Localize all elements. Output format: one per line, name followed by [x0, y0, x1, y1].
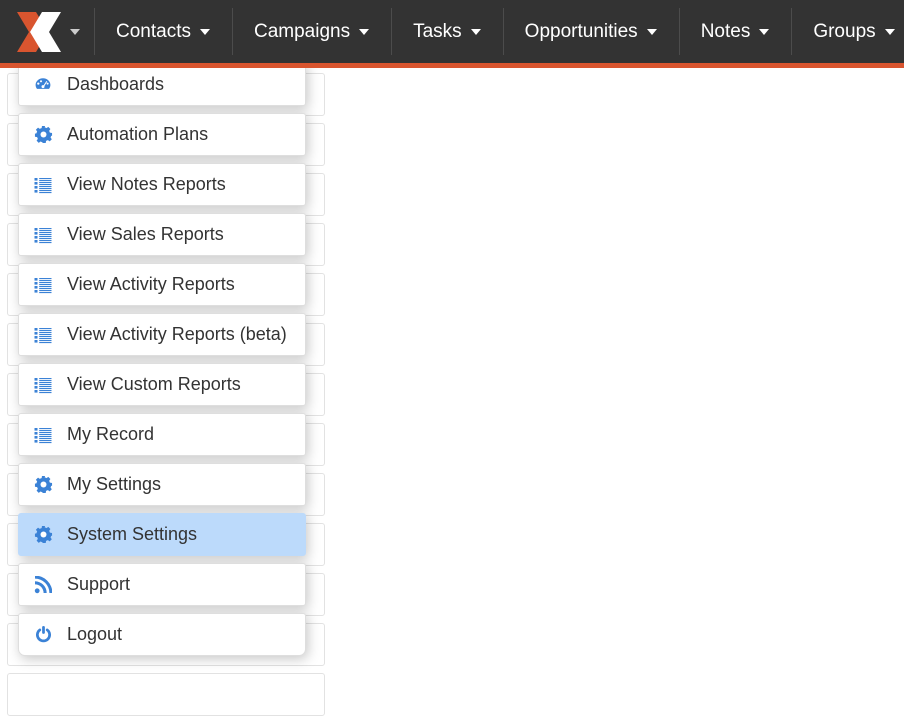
menu-item-label: View Activity Reports (beta): [67, 325, 287, 343]
nav-item-label: Contacts: [116, 21, 191, 43]
nav-item-tasks[interactable]: Tasks: [391, 0, 503, 63]
list-icon: [33, 275, 53, 295]
menu-item-view-activity-reports[interactable]: View Activity Reports: [18, 263, 306, 306]
menu-item-dashboards[interactable]: Dashboards: [18, 63, 306, 106]
list-icon: [33, 425, 53, 445]
chevron-down-icon: [70, 29, 80, 35]
list-icon: [33, 225, 53, 245]
menu-item-label: Support: [67, 575, 130, 593]
list-icon: [33, 375, 53, 395]
chevron-down-icon: [647, 29, 657, 35]
menu-item-view-custom-reports[interactable]: View Custom Reports: [18, 363, 306, 406]
menu-item-logout[interactable]: Logout: [18, 613, 306, 656]
nav-item-label: Groups: [813, 21, 875, 43]
menu-item-label: View Sales Reports: [67, 225, 224, 243]
chevron-down-icon: [200, 29, 210, 35]
menu-item-label: System Settings: [67, 525, 197, 543]
menu-item-my-settings[interactable]: My Settings: [18, 463, 306, 506]
chevron-down-icon: [759, 29, 769, 35]
top-navbar: Contacts Campaigns Tasks Opportunities N…: [0, 0, 904, 63]
nav-item-campaigns[interactable]: Campaigns: [232, 0, 391, 63]
gear-icon: [33, 125, 53, 145]
menu-item-system-settings[interactable]: System Settings: [18, 513, 306, 556]
menu-item-label: Dashboards: [67, 75, 164, 93]
list-icon: [33, 175, 53, 195]
menu-item-view-sales-reports[interactable]: View Sales Reports: [18, 213, 306, 256]
rss-icon: [33, 575, 53, 595]
brand-menu-button[interactable]: [0, 0, 94, 63]
navbar-accent-bar: [0, 63, 904, 68]
brand-dropdown-menu: Dashboards Automation Plans View Notes Rep…: [18, 63, 306, 656]
nav-item-contacts[interactable]: Contacts: [94, 0, 232, 63]
menu-item-view-notes-reports[interactable]: View Notes Reports: [18, 163, 306, 206]
list-icon: [33, 325, 53, 345]
nav-item-label: Tasks: [413, 21, 462, 43]
nav-item-label: Opportunities: [525, 21, 638, 43]
menu-item-label: My Settings: [67, 475, 161, 493]
chevron-down-icon: [885, 29, 895, 35]
menu-item-support[interactable]: Support: [18, 563, 306, 606]
x-logo-icon: [14, 8, 64, 56]
power-icon: [33, 625, 53, 645]
gear-icon: [33, 525, 53, 545]
gear-icon: [33, 475, 53, 495]
nav-item-opportunities[interactable]: Opportunities: [503, 0, 679, 63]
dashboard-tachometer-icon: [33, 75, 53, 95]
chevron-down-icon: [359, 29, 369, 35]
menu-item-label: View Notes Reports: [67, 175, 226, 193]
menu-item-label: View Activity Reports: [67, 275, 235, 293]
menu-item-label: My Record: [67, 425, 154, 443]
menu-item-label: Logout: [67, 625, 122, 643]
background-list-row: [7, 673, 325, 716]
nav-item-notes[interactable]: Notes: [679, 0, 792, 63]
chevron-down-icon: [471, 29, 481, 35]
nav-item-label: Campaigns: [254, 21, 350, 43]
menu-item-my-record[interactable]: My Record: [18, 413, 306, 456]
menu-item-label: Automation Plans: [67, 125, 208, 143]
menu-item-label: View Custom Reports: [67, 375, 241, 393]
nav-item-groups[interactable]: Groups: [791, 0, 904, 63]
nav-item-label: Notes: [701, 21, 751, 43]
menu-item-view-activity-reports-beta[interactable]: View Activity Reports (beta): [18, 313, 306, 356]
menu-item-automation-plans[interactable]: Automation Plans: [18, 113, 306, 156]
